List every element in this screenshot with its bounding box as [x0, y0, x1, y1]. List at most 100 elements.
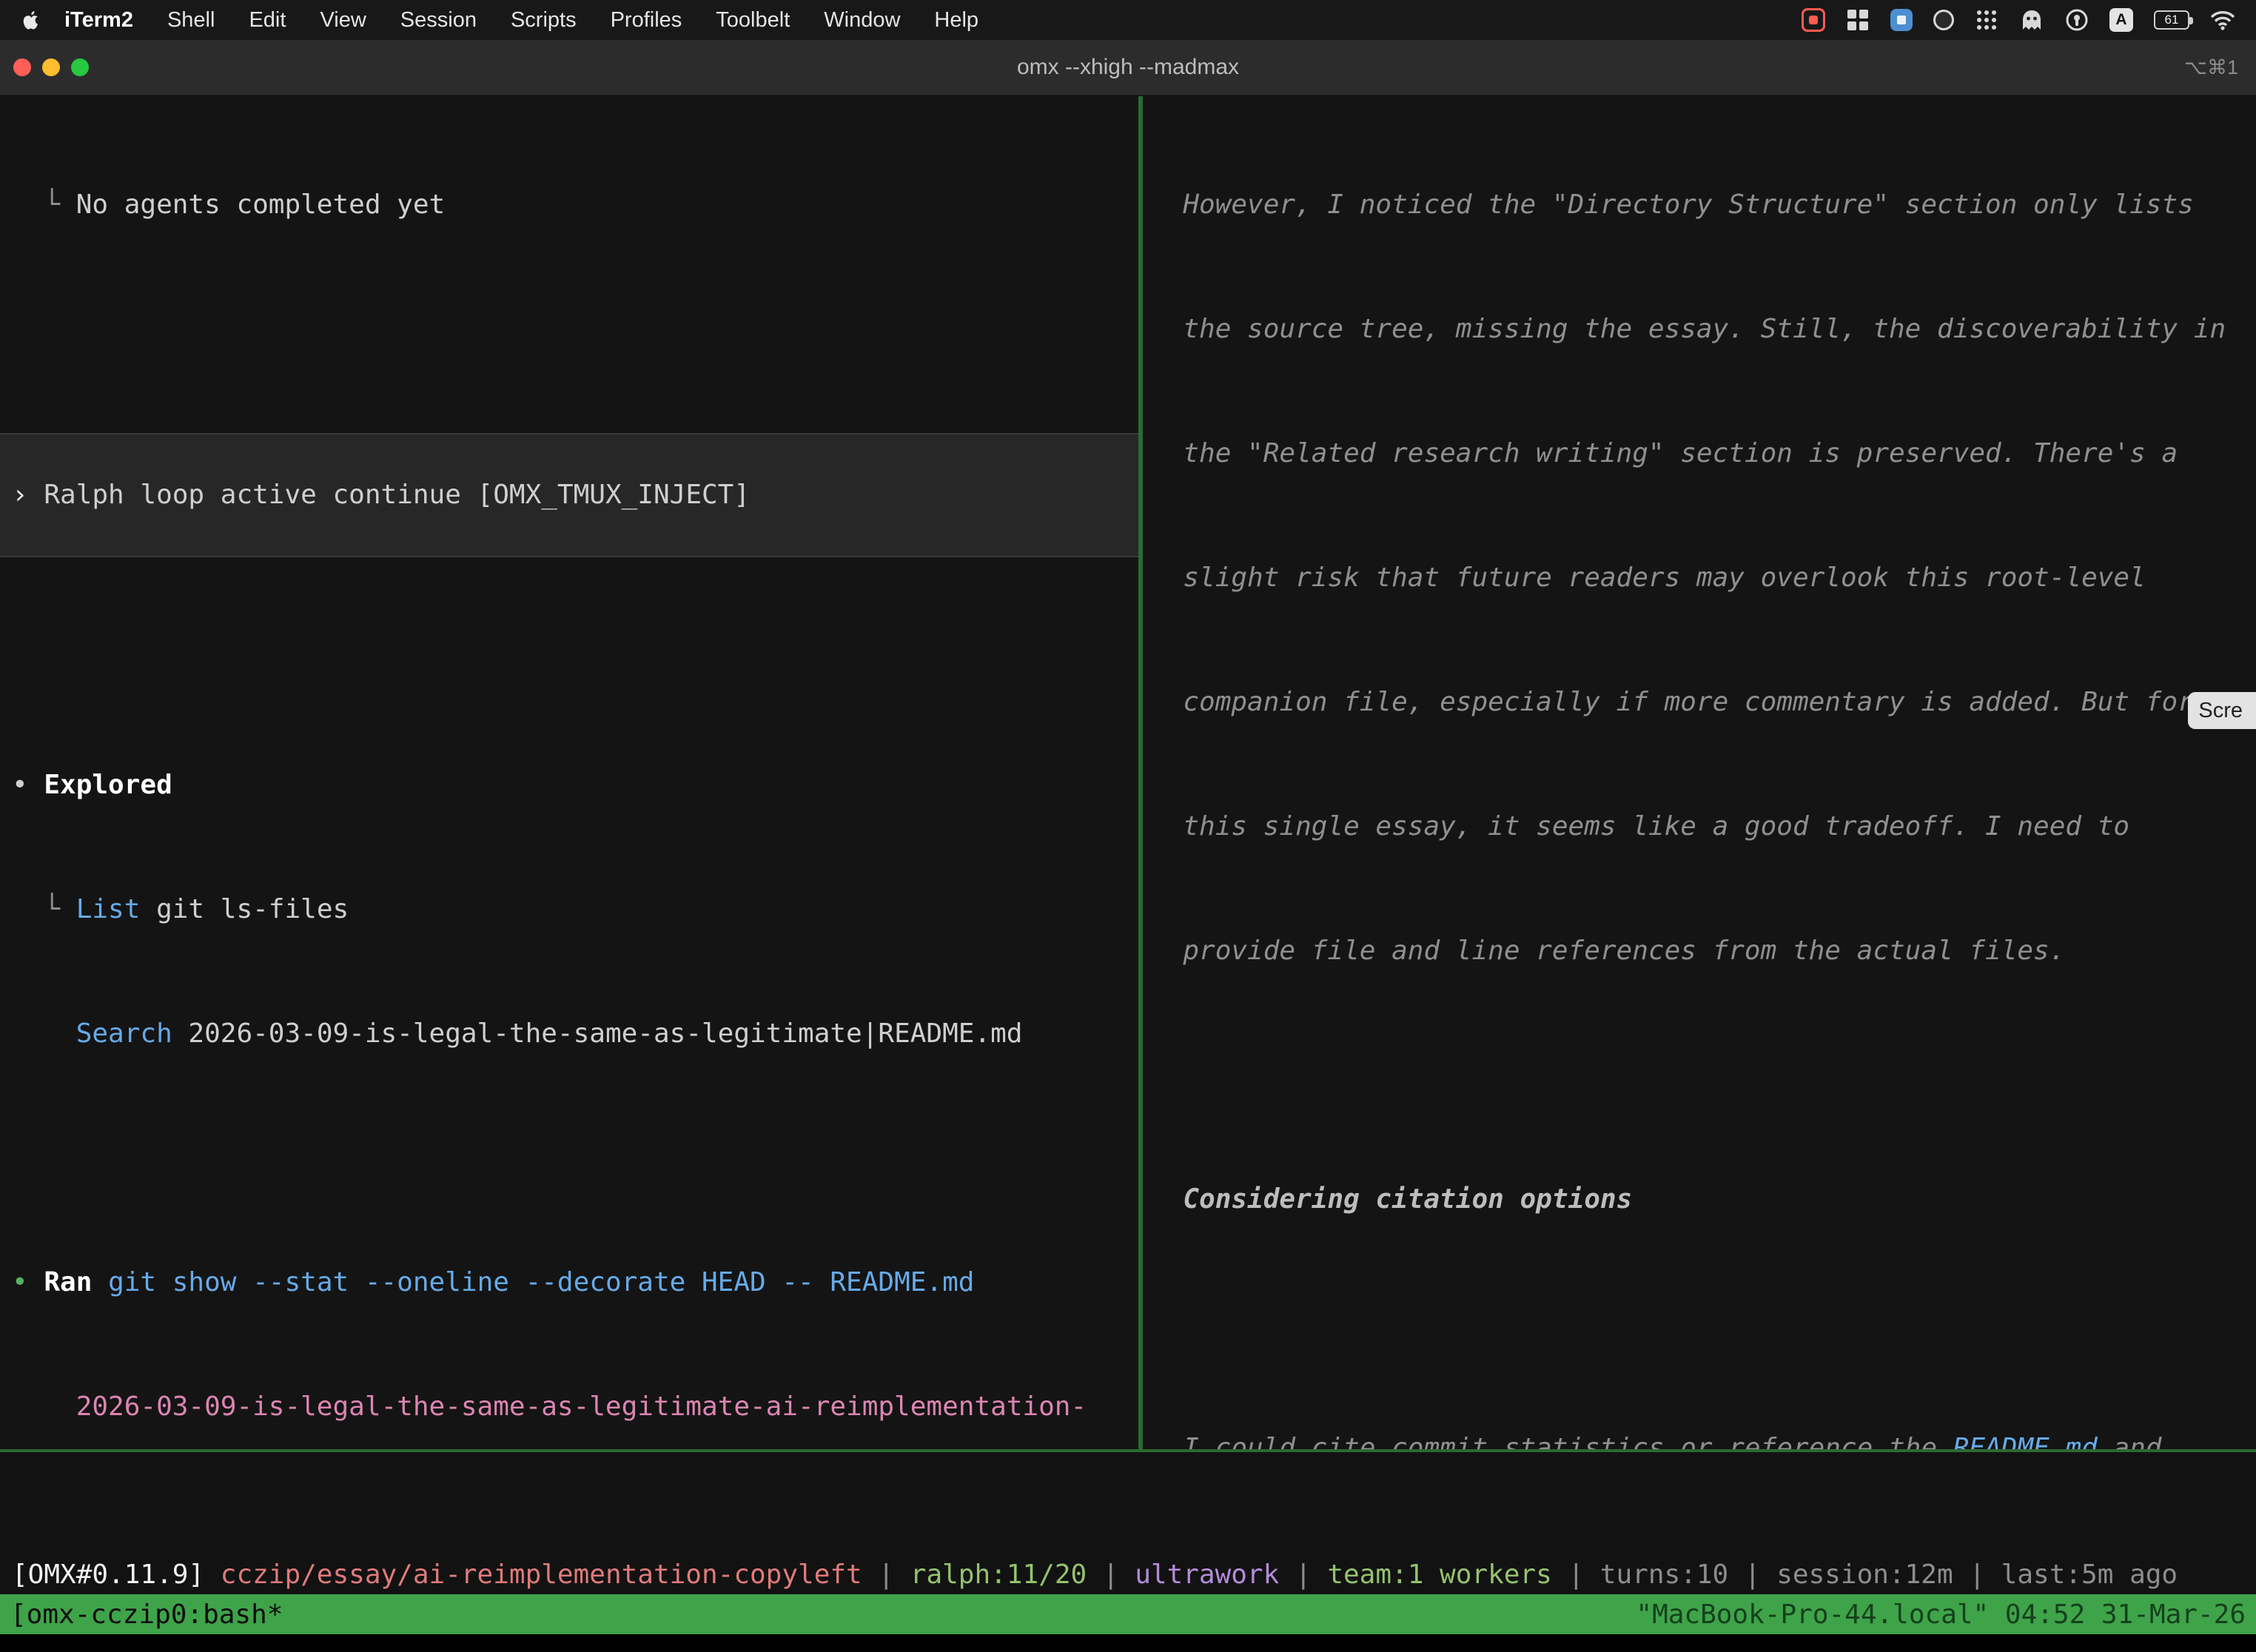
menu-item-window[interactable]: Window — [807, 8, 917, 33]
omx-last-activity: last:5m ago — [2001, 1559, 2178, 1590]
reasoning-text: this single essay, it seems like a good … — [1151, 811, 2129, 842]
omx-ralph-counter: ralph:11/20 — [910, 1559, 1087, 1590]
explored-search-line: Search 2026-03-09-is-legal-the-same-as-l… — [12, 1013, 1138, 1055]
indent — [12, 1018, 76, 1049]
left-terminal-pane[interactable]: └ No agents completed yet › Ralph loop a… — [0, 96, 1138, 1449]
ralph-loop-text: Ralph loop active continue [OMX_TMUX_INJ… — [44, 474, 750, 516]
ran-verb: Ran — [44, 1267, 92, 1297]
agents-status-line: └ No agents completed yet — [12, 184, 1138, 226]
agents-status-text: No agents completed yet — [76, 189, 446, 220]
essay-filename-line-1: 2026-03-09-is-legal-the-same-as-legitima… — [12, 1386, 1138, 1428]
tmux-session-window: [omx-cczip0:bash* — [10, 1599, 283, 1630]
reasoning-line: slight risk that future readers may over… — [1151, 557, 2256, 599]
circle-icon[interactable] — [1933, 10, 1954, 30]
blank-line — [12, 309, 1138, 350]
window-title-bar: omx --xhigh --madmax ⌥⌘1 — [0, 40, 2256, 96]
app-grid-icon[interactable] — [1975, 8, 1998, 32]
reasoning-text: slight risk that future readers may over… — [1151, 563, 2146, 593]
separator: | — [1728, 1559, 1776, 1590]
macos-menu-bar: iTerm2 Shell Edit View Session Scripts P… — [0, 0, 2256, 40]
omx-session-time: session:12m — [1776, 1559, 1953, 1590]
explored-header-line: • Explored — [12, 765, 1138, 806]
menu-item-shell[interactable]: Shell — [150, 8, 232, 33]
explored-list-line: └ List git ls-files — [12, 889, 1138, 930]
reasoning-text: the "Related research writing" section i… — [1151, 438, 2178, 469]
reasoning-line: this single essay, it seems like a good … — [1151, 806, 2256, 847]
reasoning-text: and — [2098, 1433, 2162, 1449]
menu-item-toolbelt[interactable]: Toolbelt — [699, 8, 807, 33]
git-show-command: git show --stat --oneline --decorate HEA… — [92, 1267, 974, 1297]
bullet-glyph: • — [12, 770, 44, 800]
terminal-panes: └ No agents completed yet › Ralph loop a… — [0, 96, 2256, 1449]
reasoning-line: the "Related research writing" section i… — [1151, 433, 2256, 474]
explored-title: Explored — [44, 770, 172, 800]
battery-level: 61 — [2165, 13, 2179, 27]
search-verb: Search — [76, 1018, 172, 1049]
menu-item-edit[interactable]: Edit — [232, 8, 303, 33]
bullet-glyph: • — [12, 1267, 44, 1297]
separator: | — [1552, 1559, 1600, 1590]
right-terminal-pane[interactable]: However, I noticed the "Directory Struct… — [1143, 96, 2256, 1449]
tmux-host-clock: "MacBook-Pro-44.local" 04:52 31-Mar-26 — [1636, 1599, 2246, 1630]
traffic-lights — [13, 40, 89, 95]
menu-item-help[interactable]: Help — [917, 8, 996, 33]
docker-icon[interactable] — [1890, 9, 1913, 31]
list-verb: List — [76, 894, 141, 924]
window-grid-icon[interactable] — [1846, 8, 1870, 32]
menu-item-session[interactable]: Session — [383, 8, 494, 33]
essay-filename-part-1: 2026-03-09-is-legal-the-same-as-legitima… — [12, 1391, 1087, 1422]
keyboard-layout-icon[interactable]: A — [2109, 8, 2133, 32]
window-shortcut-badge: ⌥⌘1 — [2184, 56, 2238, 79]
omx-team-workers: team:1 workers — [1327, 1559, 1551, 1590]
ghost-icon[interactable] — [2019, 8, 2044, 32]
zoom-button[interactable] — [71, 58, 89, 76]
separator: | — [1087, 1559, 1135, 1590]
prompt-chevron: › — [12, 474, 44, 516]
menu-bar-left: iTerm2 Shell Edit View Session Scripts P… — [16, 8, 996, 33]
omx-status-line: [OMX#0.11.9] cczip/essay/ai-reimplementa… — [0, 1535, 2256, 1596]
separator: | — [1279, 1559, 1327, 1590]
window-title: omx --xhigh --madmax — [1017, 55, 1239, 80]
tmux-status-bar: [omx-cczip0:bash* "MacBook-Pro-44.local"… — [0, 1594, 2256, 1634]
tree-glyph: └ — [12, 189, 76, 220]
close-button[interactable] — [13, 58, 31, 76]
reasoning-text: However, I noticed the "Directory Struct… — [1151, 189, 2194, 220]
reasoning-line: the source tree, missing the essay. Stil… — [1151, 309, 2256, 350]
menu-item-view[interactable]: View — [303, 8, 383, 33]
ralph-loop-banner: › Ralph loop active continue [OMX_TMUX_I… — [0, 433, 1138, 557]
reasoning-heading-text: Considering citation options — [1151, 1184, 1632, 1215]
wifi-icon[interactable] — [2210, 10, 2235, 30]
screen-recording-icon[interactable] — [1802, 8, 1825, 32]
reasoning-line: provide file and line references from th… — [1151, 930, 2256, 972]
onepassword-icon[interactable] — [2065, 8, 2089, 32]
menu-bar-status-icons: A 61 — [1802, 8, 2240, 32]
screen-overlay-button[interactable]: Scre — [2188, 692, 2256, 729]
blank-line — [12, 1138, 1138, 1179]
blank-line — [1151, 1055, 2256, 1096]
separator: | — [862, 1559, 910, 1590]
omx-turns: turns:10 — [1600, 1559, 1728, 1590]
reasoning-text: companion file, especially if more comme… — [1151, 687, 2194, 717]
reasoning-line: companion file, especially if more comme… — [1151, 682, 2256, 723]
list-args: git ls-files — [140, 894, 349, 924]
menu-item-profiles[interactable]: Profiles — [594, 8, 699, 33]
minimize-button[interactable] — [42, 58, 60, 76]
reasoning-line: However, I noticed the "Directory Struct… — [1151, 184, 2256, 226]
apple-icon[interactable] — [21, 9, 40, 31]
separator: | — [1953, 1559, 2001, 1590]
reasoning-text: I could cite commit statistics or refere… — [1151, 1433, 1953, 1449]
menu-item-scripts[interactable]: Scripts — [494, 8, 594, 33]
tree-glyph: └ — [12, 894, 76, 924]
blank-line — [12, 640, 1138, 682]
omx-status-area: [OMX#0.11.9] cczip/essay/ai-reimplementa… — [0, 1452, 2256, 1594]
ran-git-show-line: • Ran git show --stat --oneline --decora… — [12, 1262, 1138, 1303]
battery-icon[interactable]: 61 — [2154, 10, 2189, 30]
screen-overlay-label: Scre — [2198, 699, 2243, 723]
omx-project-path: cczip/essay/ai-reimplementation-copyleft — [204, 1559, 862, 1590]
menu-item-iterm2[interactable]: iTerm2 — [47, 8, 150, 33]
omx-version: [OMX#0.11.9] — [12, 1559, 204, 1590]
bottom-gap — [0, 1634, 2256, 1652]
readme-link: README.md — [1953, 1433, 2098, 1449]
omx-mode-badge: ultrawork — [1135, 1559, 1279, 1590]
reasoning-line: I could cite commit statistics or refere… — [1151, 1428, 2256, 1449]
